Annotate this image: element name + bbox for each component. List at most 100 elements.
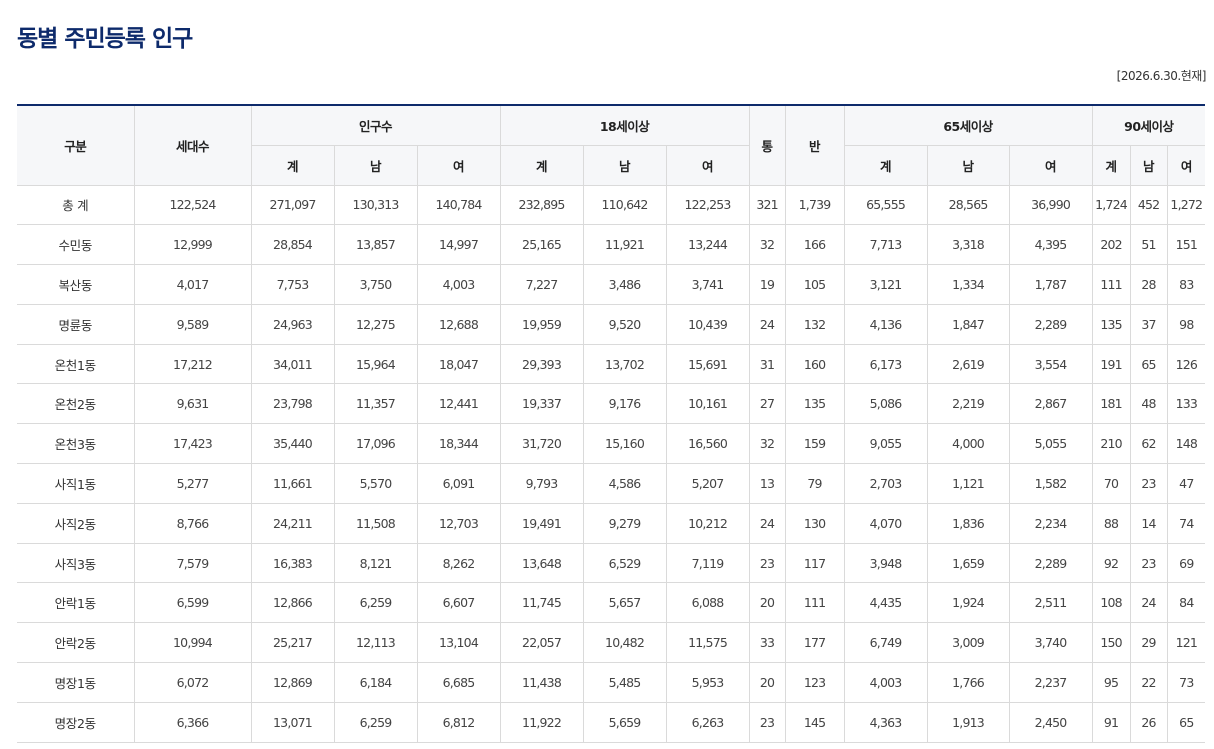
cell-senior65-female: 2,450 [1008, 701, 1093, 743]
cell-tong: 23 [748, 701, 786, 743]
cell-senior90-total: 95 [1091, 662, 1131, 703]
as-of-date: [2026.6.30.현재] [1116, 69, 1207, 83]
cell-households: 122,524 [133, 184, 252, 226]
cell-population-female: 12,703 [416, 502, 501, 544]
row-label: 사직2동 [17, 502, 135, 544]
cell-senior90-total: 91 [1091, 701, 1131, 743]
cell-senior65-male: 1,836 [926, 502, 1010, 544]
header-adult18-female: 여 [665, 144, 750, 186]
cell-senior90-total: 135 [1091, 303, 1131, 345]
header-senior65: 65세이상 [843, 104, 1093, 146]
cell-senior90-male: 37 [1129, 303, 1168, 345]
cell-tong: 24 [748, 303, 786, 345]
table-row: 사직1동 5,277 11,661 5,570 6,091 9,793 4,586 5,207… [17, 463, 1206, 504]
table-row: 총 계 122,524 271,097 130,313 140,784 232,895 11… [17, 184, 1206, 226]
cell-senior65-total: 5,086 [843, 383, 928, 425]
cell-senior90-female: 84 [1166, 582, 1206, 624]
cell-senior90-male: 24 [1129, 582, 1168, 624]
cell-senior90-male: 28 [1129, 264, 1168, 305]
cell-households: 4,017 [133, 264, 252, 305]
cell-population-male: 6,184 [333, 662, 418, 703]
cell-senior65-male: 2,619 [926, 343, 1010, 385]
cell-senior65-female: 2,237 [1008, 662, 1093, 703]
cell-senior65-female: 2,867 [1008, 383, 1093, 425]
table-body: 총 계 122,524 271,097 130,313 140,784 232,895 11… [17, 184, 1206, 743]
table-row: 온천2동 9,631 23,798 11,357 12,441 19,337 9,176 10… [17, 383, 1206, 425]
cell-tong: 20 [748, 582, 786, 624]
header-population-female: 여 [416, 144, 501, 186]
cell-adult18-female: 6,088 [665, 582, 750, 624]
cell-senior90-male: 65 [1129, 343, 1168, 385]
cell-senior65-total: 4,363 [843, 701, 928, 743]
cell-adult18-total: 25,165 [499, 224, 584, 266]
cell-population-total: 271,097 [250, 184, 335, 226]
table-row: 명장1동 6,072 12,869 6,184 6,685 11,438 5,485 5,95… [17, 662, 1206, 703]
cell-senior65-male: 28,565 [926, 184, 1010, 226]
cell-senior90-female: 47 [1166, 463, 1206, 504]
cell-senior65-female: 1,582 [1008, 463, 1093, 504]
cell-tong: 32 [748, 224, 786, 266]
cell-senior65-female: 2,511 [1008, 582, 1093, 624]
cell-senior90-male: 26 [1129, 701, 1168, 743]
cell-senior65-female: 2,289 [1008, 542, 1093, 584]
cell-adult18-female: 13,244 [665, 224, 750, 266]
cell-population-total: 23,798 [250, 383, 335, 425]
cell-senior90-male: 48 [1129, 383, 1168, 425]
cell-adult18-female: 6,263 [665, 701, 750, 743]
cell-senior65-male: 1,924 [926, 582, 1010, 624]
cell-ban: 135 [784, 383, 845, 425]
cell-population-female: 12,441 [416, 383, 501, 425]
cell-population-male: 130,313 [333, 184, 418, 226]
cell-senior90-female: 148 [1166, 423, 1206, 465]
cell-adult18-male: 5,485 [582, 662, 667, 703]
cell-adult18-male: 13,702 [582, 343, 667, 385]
cell-adult18-female: 16,560 [665, 423, 750, 465]
header-senior90-male: 남 [1129, 144, 1168, 186]
cell-senior65-total: 9,055 [843, 423, 928, 465]
cell-adult18-total: 22,057 [499, 622, 584, 664]
row-label: 사직3동 [17, 542, 135, 584]
cell-population-female: 6,091 [416, 463, 501, 504]
cell-ban: 105 [784, 264, 845, 305]
cell-adult18-male: 10,482 [582, 622, 667, 664]
cell-population-total: 7,753 [250, 264, 335, 305]
cell-senior90-female: 126 [1166, 343, 1206, 385]
cell-adult18-total: 19,337 [499, 383, 584, 425]
table-row: 사직2동 8,766 24,211 11,508 12,703 19,491 9,279 10… [17, 502, 1206, 544]
cell-ban: 160 [784, 343, 845, 385]
cell-population-total: 12,866 [250, 582, 335, 624]
cell-ban: 1,739 [784, 184, 845, 226]
cell-adult18-female: 10,212 [665, 502, 750, 544]
cell-tong: 32 [748, 423, 786, 465]
cell-senior65-total: 65,555 [843, 184, 928, 226]
header-senior90-female: 여 [1166, 144, 1206, 186]
cell-population-male: 12,113 [333, 622, 418, 664]
cell-senior90-female: 98 [1166, 303, 1206, 345]
cell-population-male: 11,508 [333, 502, 418, 544]
cell-senior65-male: 1,121 [926, 463, 1010, 504]
cell-ban: 159 [784, 423, 845, 465]
cell-adult18-total: 7,227 [499, 264, 584, 305]
cell-population-female: 4,003 [416, 264, 501, 305]
cell-households: 8,766 [133, 502, 252, 544]
cell-adult18-total: 232,895 [499, 184, 584, 226]
header-population-male: 남 [333, 144, 418, 186]
cell-population-female: 13,104 [416, 622, 501, 664]
page-title: 동별 주민등록 인구 [17, 26, 193, 52]
cell-senior90-female: 65 [1166, 701, 1206, 743]
cell-senior65-female: 5,055 [1008, 423, 1093, 465]
cell-ban: 111 [784, 582, 845, 624]
cell-adult18-female: 122,253 [665, 184, 750, 226]
cell-senior65-female: 2,234 [1008, 502, 1093, 544]
row-label: 안락2동 [17, 622, 135, 664]
cell-senior90-total: 181 [1091, 383, 1131, 425]
cell-population-total: 13,071 [250, 701, 335, 743]
cell-adult18-total: 9,793 [499, 463, 584, 504]
cell-households: 6,599 [133, 582, 252, 624]
cell-adult18-male: 110,642 [582, 184, 667, 226]
cell-senior90-female: 121 [1166, 622, 1206, 664]
cell-households: 17,423 [133, 423, 252, 465]
cell-adult18-male: 5,657 [582, 582, 667, 624]
cell-households: 12,999 [133, 224, 252, 266]
cell-senior65-female: 1,787 [1008, 264, 1093, 305]
